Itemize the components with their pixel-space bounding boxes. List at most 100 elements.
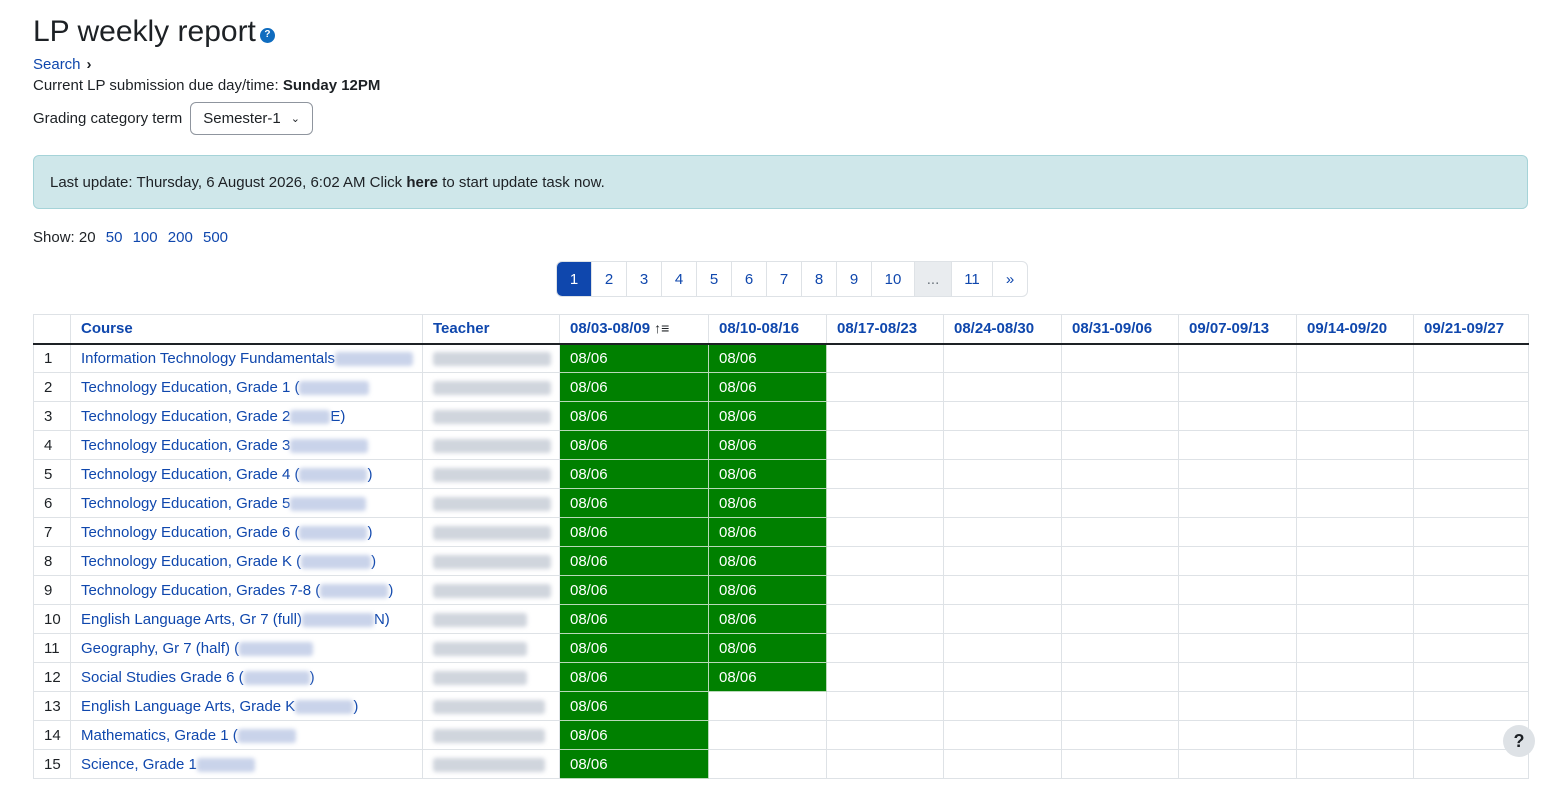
course-cell[interactable]: Technology Education, Grade 4 () — [70, 459, 423, 489]
course-link[interactable]: English Language Arts, Grade K — [81, 698, 295, 715]
course-link[interactable]: Technology Education, Grade 1 ( — [81, 379, 299, 396]
week-cell-empty — [1296, 546, 1414, 576]
term-select[interactable]: Semester-1 ⌄ — [190, 102, 313, 135]
help-button[interactable]: ? — [1503, 725, 1535, 757]
course-link[interactable]: Technology Education, Grade K ( — [81, 553, 301, 570]
report-table: Course Teacher 08/03-08/09 ↑≡ 08/10-08/16… — [33, 314, 1529, 779]
course-cell[interactable]: Technology Education, Grade 2 E) — [70, 401, 423, 431]
week-cell-empty — [1061, 459, 1179, 489]
col-week-5[interactable]: 08/31-09/06 — [1061, 314, 1179, 345]
week-cell-empty — [826, 662, 944, 692]
course-cell[interactable]: English Language Arts, Gr 7 (full) N) — [70, 604, 423, 634]
week-cell-empty — [1296, 517, 1414, 547]
course-link-suffix[interactable]: N) — [374, 611, 390, 628]
show-option-500[interactable]: 500 — [203, 229, 228, 246]
col-course[interactable]: Course — [70, 314, 423, 345]
course-link[interactable]: Technology Education, Grade 6 ( — [81, 524, 299, 541]
show-option-100[interactable]: 100 — [133, 229, 158, 246]
course-link[interactable]: Mathematics, Grade 1 ( — [81, 727, 238, 744]
course-cell[interactable]: Technology Education, Grade 5 — [70, 488, 423, 518]
week-cell-empty — [826, 372, 944, 402]
course-link[interactable]: Geography, Gr 7 (half) ( — [81, 640, 239, 657]
row-index: 13 — [33, 691, 71, 721]
search-link[interactable]: Search — [33, 56, 81, 73]
table-row: 8 Technology Education, Grade K () 08/06 08… — [33, 546, 1529, 576]
redacted-teacher — [433, 757, 545, 772]
course-link[interactable]: Technology Education, Grades 7-8 ( — [81, 582, 320, 599]
page-7[interactable]: 7 — [767, 262, 802, 296]
page-10[interactable]: 10 — [872, 262, 915, 296]
week-cell-empty — [1061, 546, 1179, 576]
week-cell-empty — [1413, 372, 1529, 402]
course-cell[interactable]: Technology Education, Grade 1 ( — [70, 372, 423, 402]
course-cell[interactable]: Technology Education, Grades 7-8 () — [70, 575, 423, 605]
course-link-suffix[interactable]: ) — [310, 669, 315, 686]
course-cell[interactable]: Geography, Gr 7 (half) ( — [70, 633, 423, 663]
course-link-suffix[interactable]: E) — [330, 408, 345, 425]
col-week-7[interactable]: 09/14-09/20 — [1296, 314, 1414, 345]
week-cell-empty — [1413, 343, 1529, 373]
week-cell: 08/06 — [708, 430, 827, 460]
course-link-suffix[interactable]: ) — [367, 466, 372, 483]
week-cell: 08/06 — [559, 720, 709, 750]
teacher-cell — [422, 488, 560, 518]
week-cell: 08/06 — [708, 343, 827, 373]
table-row: 1 Information Technology Fundamentals 08/0… — [33, 343, 1529, 373]
page-1[interactable]: 1 — [557, 262, 592, 296]
week-cell-empty — [1061, 372, 1179, 402]
course-link-suffix[interactable]: ) — [353, 698, 358, 715]
update-here-link[interactable]: here — [406, 174, 438, 191]
week-cell-empty — [826, 575, 944, 605]
course-link-suffix[interactable]: ) — [388, 582, 393, 599]
week-cell-empty — [1178, 517, 1297, 547]
show-option-50[interactable]: 50 — [106, 229, 123, 246]
course-link[interactable]: Science, Grade 1 — [81, 756, 197, 773]
course-link[interactable]: Technology Education, Grade 5 — [81, 495, 290, 512]
teacher-cell — [422, 604, 560, 634]
week-cell-empty — [1178, 662, 1297, 692]
table-row: 12 Social Studies Grade 6 () 08/06 08/06 — [33, 662, 1529, 692]
page-11[interactable]: 11 — [952, 262, 993, 296]
redacted-teacher — [433, 467, 551, 482]
page-4[interactable]: 4 — [662, 262, 697, 296]
course-cell[interactable]: Technology Education, Grade K () — [70, 546, 423, 576]
col-week-2[interactable]: 08/10-08/16 — [708, 314, 827, 345]
term-label: Grading category term — [33, 110, 183, 127]
course-cell[interactable]: Science, Grade 1 — [70, 749, 423, 779]
col-teacher[interactable]: Teacher — [422, 314, 560, 345]
chevron-right-icon: › — [86, 56, 92, 73]
page-2[interactable]: 2 — [592, 262, 627, 296]
course-cell[interactable]: Social Studies Grade 6 () — [70, 662, 423, 692]
course-link-suffix[interactable]: ) — [371, 553, 376, 570]
course-cell[interactable]: Technology Education, Grade 3 — [70, 430, 423, 460]
page-3[interactable]: 3 — [627, 262, 662, 296]
col-week-3[interactable]: 08/17-08/23 — [826, 314, 944, 345]
course-link[interactable]: Information Technology Fundamentals — [81, 350, 335, 367]
course-link[interactable]: Technology Education, Grade 3 — [81, 437, 290, 454]
course-cell[interactable]: Mathematics, Grade 1 ( — [70, 720, 423, 750]
col-week-1[interactable]: 08/03-08/09 ↑≡ — [559, 314, 709, 345]
course-link[interactable]: Technology Education, Grade 4 ( — [81, 466, 299, 483]
course-link[interactable]: English Language Arts, Gr 7 (full) — [81, 611, 302, 628]
page-6[interactable]: 6 — [732, 262, 767, 296]
course-cell[interactable]: English Language Arts, Grade K) — [70, 691, 423, 721]
show-option-200[interactable]: 200 — [168, 229, 193, 246]
course-link[interactable]: Technology Education, Grade 2 — [81, 408, 290, 425]
page-next[interactable]: » — [993, 262, 1027, 296]
course-cell[interactable]: Technology Education, Grade 6 () — [70, 517, 423, 547]
week-cell: 08/06 — [708, 604, 827, 634]
page-9[interactable]: 9 — [837, 262, 872, 296]
week-cell-empty — [826, 546, 944, 576]
page-8[interactable]: 8 — [802, 262, 837, 296]
help-icon[interactable]: ? — [259, 27, 275, 43]
search-toggle[interactable]: Search › — [33, 56, 1528, 73]
col-week-4[interactable]: 08/24-08/30 — [943, 314, 1062, 345]
week-cell: 08/06 — [559, 517, 709, 547]
col-week-6[interactable]: 09/07-09/13 — [1178, 314, 1297, 345]
course-link[interactable]: Social Studies Grade 6 ( — [81, 669, 244, 686]
course-cell[interactable]: Information Technology Fundamentals — [70, 343, 423, 373]
page-5[interactable]: 5 — [697, 262, 732, 296]
col-week-8[interactable]: 09/21-09/27 — [1413, 314, 1529, 345]
course-link-suffix[interactable]: ) — [367, 524, 372, 541]
week-cell-empty — [1413, 575, 1529, 605]
